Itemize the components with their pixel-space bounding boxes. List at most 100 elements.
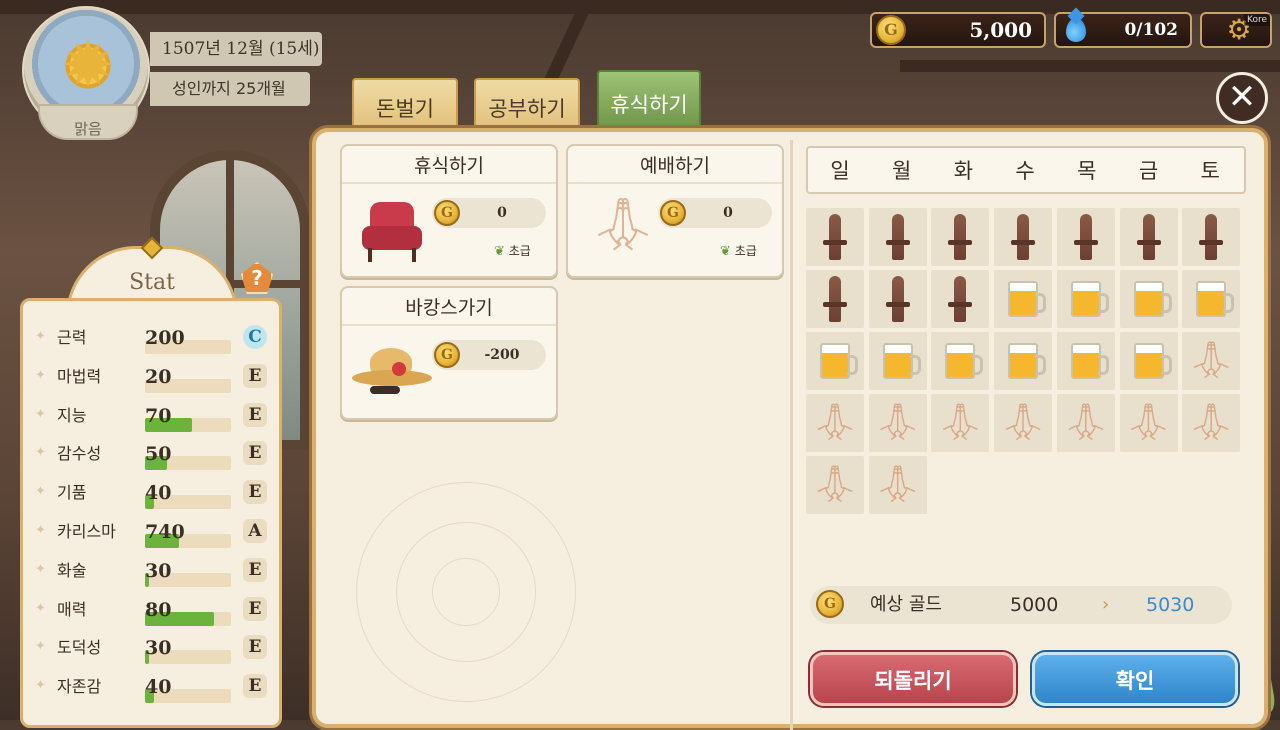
schedule-slot[interactable] xyxy=(1119,332,1178,390)
schedule-slot[interactable] xyxy=(1182,270,1241,328)
tab-rest[interactable]: 휴식하기 xyxy=(597,70,701,130)
activity-title: 휴식하기 xyxy=(342,146,556,184)
schedule-slot[interactable] xyxy=(994,208,1053,266)
sword-icon xyxy=(1199,214,1224,260)
stat-name: 기품 xyxy=(57,483,87,503)
schedule-slot[interactable]: 🙏︎ xyxy=(931,394,990,452)
undo-button[interactable]: 되돌리기 xyxy=(810,652,1016,706)
praying-hands-icon: 🙏︎ xyxy=(874,464,921,505)
sparkle-icon: ✦ xyxy=(35,445,46,461)
weekday-label: 토 xyxy=(1200,159,1220,183)
stat-panel: ✦ 근력 200 C ✦ 마법력 20 E ✦ 지능 70 E ✦ 감수성 50 E ✦ 기품 40 E ✦ 카리스마 74… xyxy=(20,298,282,728)
stat-name: 화술 xyxy=(57,560,87,580)
cost-value: 0 xyxy=(723,205,733,221)
water-drop-icon xyxy=(1066,18,1086,42)
weekday-label: 월 xyxy=(892,159,912,183)
gem-counter: 0/102 xyxy=(1054,12,1192,48)
schedule-slot[interactable] xyxy=(1119,270,1178,328)
gold-coin-icon: G xyxy=(876,15,906,45)
stat-value: 40 xyxy=(145,676,172,699)
stat-value: 740 xyxy=(145,521,185,543)
stat-row: ✦ 카리스마 740 A xyxy=(35,515,275,549)
schedule-panel: 휴식하기 G 0 ❦ 초급 예배하기 🙏︎ G 0 ❦ 초급 바캉스가기 G -… xyxy=(312,128,1268,730)
schedule-slot[interactable] xyxy=(806,270,864,328)
schedule-slot[interactable]: 🙏︎ xyxy=(868,394,927,452)
gold-coin-icon: G xyxy=(816,590,844,618)
beer-icon xyxy=(1133,281,1172,317)
weekday-label: 수 xyxy=(1015,159,1035,183)
close-button[interactable]: ✕ xyxy=(1216,72,1268,124)
schedule-slot[interactable]: 🙏︎ xyxy=(994,394,1053,452)
cost-value: 0 xyxy=(497,205,507,221)
gem-amount: 0/102 xyxy=(1124,20,1178,40)
praying-hands-icon: 🙏︎ xyxy=(1000,402,1046,443)
schedule-slot[interactable]: 🙏︎ xyxy=(1119,394,1178,452)
gold-coin-icon: G xyxy=(434,342,460,368)
schedule-slot[interactable]: 🙏︎ xyxy=(868,456,927,514)
schedule-slot[interactable] xyxy=(1182,208,1241,266)
schedule-slot[interactable] xyxy=(931,270,990,328)
sword-icon xyxy=(1011,214,1036,260)
praying-hands-icon: 🙏︎ xyxy=(1188,340,1235,381)
schedule-slot[interactable] xyxy=(806,208,864,266)
schedule-slot[interactable]: 🙏︎ xyxy=(1056,394,1115,452)
activity-card-worship[interactable]: 예배하기 🙏︎ G 0 ❦ 초급 xyxy=(566,144,784,278)
sun-icon xyxy=(58,28,118,104)
schedule-slot[interactable] xyxy=(1056,270,1115,328)
language-tag: Kore xyxy=(1244,14,1270,26)
estimate-label: 예상 골드 xyxy=(870,594,942,615)
stat-value: 50 xyxy=(145,443,172,466)
praying-hands-icon: 🙏︎ xyxy=(590,195,657,255)
stat-row: ✦ 지능 70 E xyxy=(35,399,275,433)
stat-name: 근력 xyxy=(57,328,87,347)
decorative-ring xyxy=(432,558,500,626)
arrow-right-icon: › xyxy=(1102,594,1110,615)
schedule-slot[interactable] xyxy=(931,332,990,390)
tab-earn-money[interactable]: 돈벌기 xyxy=(352,78,458,130)
schedule-slot[interactable]: 🙏︎ xyxy=(806,394,864,452)
schedule-slot[interactable] xyxy=(868,332,927,390)
beer-icon xyxy=(1008,281,1047,317)
stat-value: 30 xyxy=(145,637,172,660)
praying-hands-icon: 🙏︎ xyxy=(1062,402,1109,443)
schedule-slot[interactable]: 🙏︎ xyxy=(1182,394,1241,452)
stat-row: ✦ 기품 40 E xyxy=(35,476,275,510)
praying-hands-icon: 🙏︎ xyxy=(812,464,858,505)
sprout-icon: ❦ xyxy=(494,244,505,259)
schedule-slot[interactable] xyxy=(1056,332,1115,390)
sparkle-icon: ✦ xyxy=(35,678,46,694)
schedule-slot[interactable] xyxy=(994,332,1053,390)
tab-study[interactable]: 공부하기 xyxy=(474,78,580,130)
schedule-slot[interactable] xyxy=(868,270,927,328)
schedule-slot[interactable] xyxy=(806,332,864,390)
stat-name: 마법력 xyxy=(57,366,102,386)
schedule-slot[interactable] xyxy=(1119,208,1178,266)
stat-grade: E xyxy=(243,635,267,660)
sword-icon xyxy=(1073,214,1098,260)
weather-emblem: 맑음 xyxy=(22,6,150,140)
activity-card-rest[interactable]: 휴식하기 G 0 ❦ 초급 xyxy=(340,144,558,278)
beer-icon xyxy=(1133,343,1172,379)
stat-name: 지능 xyxy=(57,405,87,425)
close-icon: ✕ xyxy=(1227,77,1257,117)
cost-badge: G 0 xyxy=(658,198,772,228)
schedule-slot[interactable] xyxy=(1056,208,1115,266)
weekday-label: 화 xyxy=(953,159,974,183)
schedule-slot[interactable]: 🙏︎ xyxy=(806,456,864,514)
schedule-slot[interactable]: 🙏︎ xyxy=(1182,332,1241,390)
stat-name: 매력 xyxy=(57,599,87,619)
schedule-slot[interactable] xyxy=(931,208,990,266)
stat-grade: E xyxy=(243,441,267,466)
beer-icon xyxy=(1070,281,1109,317)
confirm-button[interactable]: 확인 xyxy=(1032,652,1238,706)
sword-icon xyxy=(948,214,973,260)
activity-card-vacation[interactable]: 바캉스가기 G -200 xyxy=(340,286,558,420)
settings-button[interactable]: ⚙ Kore xyxy=(1200,12,1272,48)
schedule-slot[interactable] xyxy=(994,270,1053,328)
stat-grade: E xyxy=(243,674,267,699)
gold-amount: 5,000 xyxy=(969,18,1032,42)
schedule-slot[interactable] xyxy=(868,208,927,266)
stat-row: ✦ 감수성 50 E xyxy=(35,437,275,471)
grade-label: 초급 xyxy=(734,244,757,258)
praying-hands-icon: 🙏︎ xyxy=(1188,402,1235,443)
